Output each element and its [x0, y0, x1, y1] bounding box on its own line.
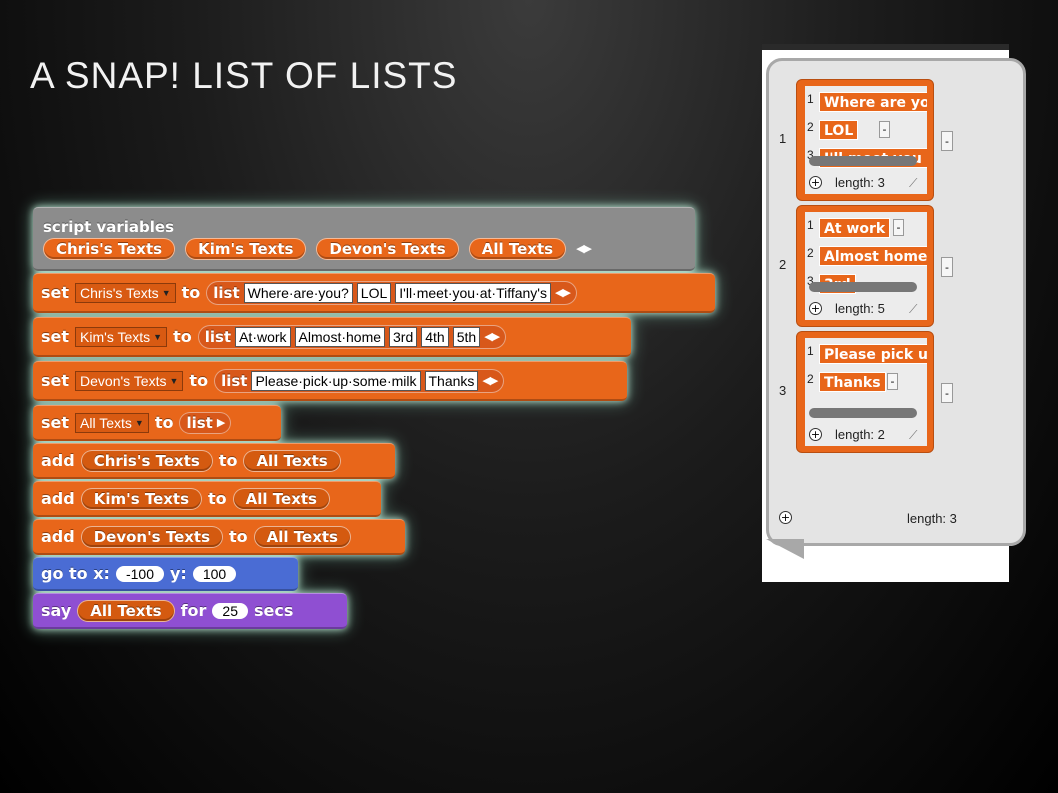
sublist-watcher[interactable]: 1 Please pick u 2 Thanks - + length: 2 ⟋ — [796, 331, 934, 453]
list-item-slot[interactable]: I'll·meet·you·at·Tiffany's — [395, 282, 551, 303]
var-devon[interactable]: Devon's Texts — [316, 237, 459, 260]
list-reporter[interactable]: list Please·pick·up·some·milk Thanks ◀▶ — [214, 368, 505, 393]
secs-input[interactable]: 25 — [212, 602, 248, 619]
sublist-length: length: 2 — [835, 427, 885, 442]
list-cell[interactable]: At work — [819, 218, 891, 238]
speech-bubble: 1 1 Where are yo 2 LOL - 3 I'll meet you… — [766, 58, 1026, 546]
x-input[interactable]: -100 — [115, 565, 164, 582]
add-arrow-icon[interactable]: ▶ — [217, 416, 226, 429]
plus-icon[interactable]: + — [779, 511, 792, 524]
sublist-length: length: 3 — [835, 175, 885, 190]
var-reporter[interactable]: All Texts — [243, 449, 341, 472]
plus-icon[interactable]: + — [809, 302, 822, 315]
script-variables-label: script variables — [43, 217, 175, 236]
minus-icon[interactable]: - — [879, 121, 890, 138]
list-item-slot[interactable]: 3rd — [389, 326, 418, 347]
add-remove-arrows-icon[interactable]: ◀▶ — [482, 374, 498, 387]
dropdown-arrow-icon: ▼ — [153, 331, 163, 342]
list-item-slot[interactable]: Please·pick·up·some·milk — [251, 370, 421, 391]
var-reporter[interactable]: All Texts — [253, 525, 351, 548]
var-reporter[interactable]: Chris's Texts — [80, 449, 213, 472]
scroll-slider[interactable] — [809, 408, 917, 418]
list-item-slot[interactable]: Where·are·you? — [243, 282, 353, 303]
minus-icon[interactable]: - — [941, 383, 953, 403]
add-block-kim[interactable]: add Kim's Texts to All Texts — [33, 481, 381, 517]
row-index: 2 — [779, 257, 787, 272]
sublist-watcher[interactable]: 1 At work - 2 Almost home 3 3rd + length… — [796, 205, 934, 327]
plus-icon[interactable]: + — [809, 176, 822, 189]
var-chris[interactable]: Chris's Texts — [43, 237, 176, 260]
var-dropdown[interactable]: Chris's Texts ▼ — [75, 282, 176, 303]
script-variables-block[interactable]: script variables Chris's Texts Kim's Tex… — [33, 207, 695, 271]
set-block-devon[interactable]: set Devon's Texts ▼ to list Please·pick·u… — [33, 361, 627, 401]
list-cell[interactable]: LOL — [819, 120, 859, 140]
dropdown-arrow-icon: ▼ — [161, 287, 171, 298]
set-block-kim[interactable]: set Kim's Texts ▼ to list At·work Almost·… — [33, 317, 631, 357]
var-dropdown[interactable]: Devon's Texts ▼ — [75, 370, 184, 391]
sublist-watcher[interactable]: 1 Where are yo 2 LOL - 3 I'll meet you a… — [796, 79, 934, 201]
scroll-slider[interactable] — [809, 282, 917, 292]
say-block[interactable]: say All Texts for 25 secs — [33, 593, 347, 629]
sublist-length: length: 5 — [835, 301, 885, 316]
row-index: 3 — [779, 383, 787, 398]
var-reporter[interactable]: All Texts — [77, 599, 175, 622]
list-cell[interactable]: Please pick u — [819, 344, 927, 364]
y-input[interactable]: 100 — [192, 565, 237, 582]
var-dropdown[interactable]: All Texts ▼ — [75, 412, 149, 433]
var-reporter[interactable]: All Texts — [232, 487, 330, 510]
dropdown-arrow-icon: ▼ — [134, 417, 144, 428]
list-item-slot[interactable]: Thanks — [424, 370, 479, 391]
add-remove-arrows-icon[interactable]: ◀▶ — [576, 242, 592, 255]
list-cell[interactable]: Almost home — [819, 246, 927, 266]
list-item-slot[interactable]: 4th — [421, 326, 449, 347]
list-reporter[interactable]: list ▶ — [179, 411, 232, 434]
minus-icon[interactable]: - — [941, 131, 953, 151]
resize-grip-icon[interactable]: ⟋ — [909, 302, 923, 316]
dropdown-arrow-icon: ▼ — [169, 375, 179, 386]
goto-block[interactable]: go to x: -100 y: 100 — [33, 557, 298, 591]
add-remove-arrows-icon[interactable]: ◀▶ — [555, 286, 571, 299]
minus-icon[interactable]: - — [887, 373, 898, 390]
set-block-chris[interactable]: set Chris's Texts ▼ to list Where·are·you… — [33, 273, 715, 313]
row-index: 1 — [779, 131, 787, 146]
set-block-all[interactable]: set All Texts ▼ to list ▶ — [33, 405, 281, 441]
var-reporter[interactable]: Devon's Texts — [80, 525, 224, 548]
resize-grip-icon[interactable]: ⟋ — [909, 176, 923, 190]
add-block-devon[interactable]: add Devon's Texts to All Texts — [33, 519, 405, 555]
list-reporter[interactable]: list At·work Almost·home 3rd 4th 5th ◀▶ — [197, 324, 507, 349]
minus-icon[interactable]: - — [893, 219, 904, 236]
list-item-slot[interactable]: Almost·home — [294, 326, 386, 347]
list-cell[interactable]: Thanks — [819, 372, 886, 392]
add-remove-arrows-icon[interactable]: ◀▶ — [484, 330, 500, 343]
list-item-slot[interactable]: At·work — [235, 326, 291, 347]
list-item-slot[interactable]: LOL — [356, 282, 392, 303]
var-kim[interactable]: Kim's Texts — [185, 237, 307, 260]
list-cell[interactable]: Where are yo — [819, 92, 927, 112]
add-block-chris[interactable]: add Chris's Texts to All Texts — [33, 443, 395, 479]
speech-bubble-tail — [766, 539, 804, 559]
var-dropdown[interactable]: Kim's Texts ▼ — [75, 326, 168, 347]
list-item-slot[interactable]: 5th — [452, 326, 481, 347]
list-reporter[interactable]: list Where·are·you? LOL I'll·meet·you·at… — [206, 280, 577, 305]
panel-top-bar — [762, 44, 1009, 50]
plus-icon[interactable]: + — [809, 428, 822, 441]
var-reporter[interactable]: Kim's Texts — [80, 487, 203, 510]
var-all[interactable]: All Texts — [468, 237, 567, 260]
minus-icon[interactable]: - — [941, 257, 953, 277]
list-watcher-panel: 1 1 Where are yo 2 LOL - 3 I'll meet you… — [762, 44, 1026, 582]
outer-list-length: length: 3 — [907, 511, 957, 526]
scroll-slider[interactable] — [809, 156, 917, 166]
resize-grip-icon[interactable]: ⟋ — [909, 428, 923, 442]
slide-title: A SNAP! LIST OF LISTS — [30, 55, 458, 96]
